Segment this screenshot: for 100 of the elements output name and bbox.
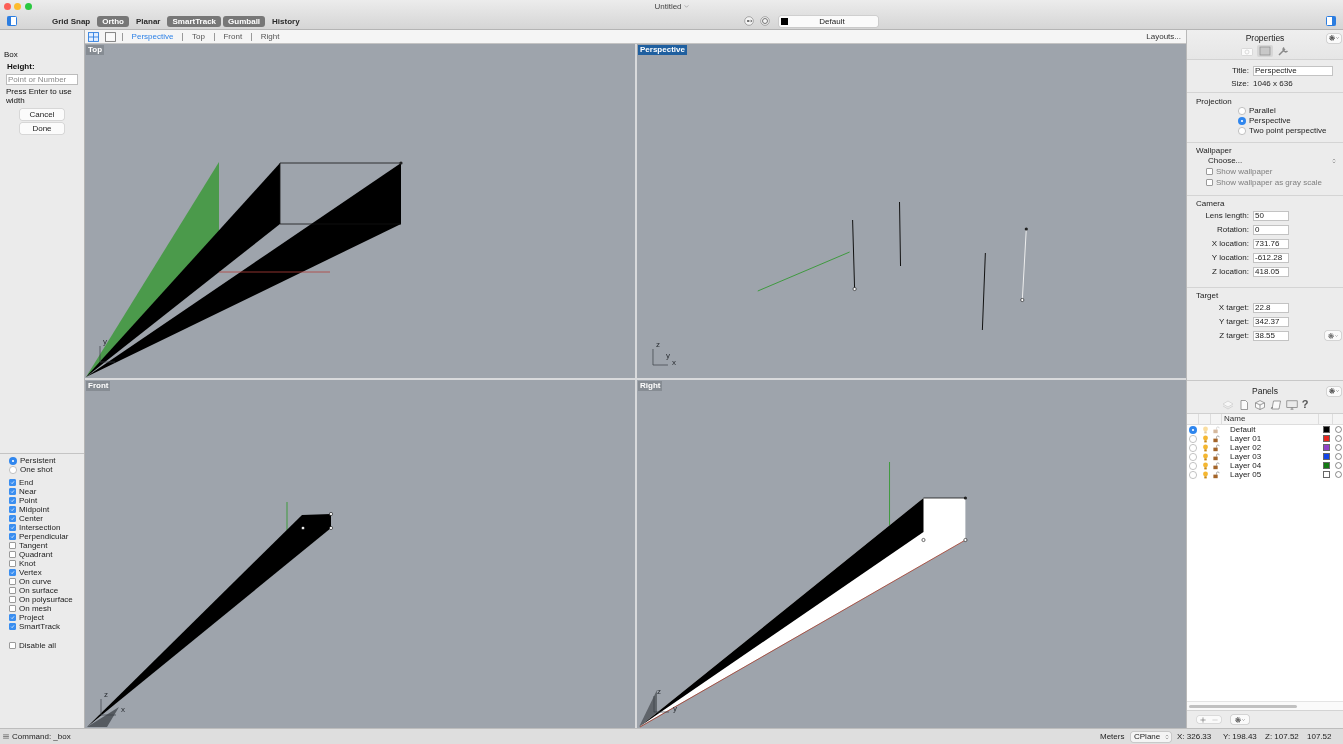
layer-color-swatch-icon[interactable]	[1322, 462, 1330, 469]
radio-button[interactable]	[1238, 117, 1246, 125]
viewport[interactable]: Perspective z y x	[637, 44, 1186, 378]
monitor-icon[interactable]	[1285, 399, 1298, 410]
checkbox[interactable]	[9, 488, 16, 495]
layer-color-swatch-icon[interactable]	[1322, 471, 1330, 478]
viewport[interactable]: Right z y	[637, 380, 1186, 728]
layer-color-swatch-icon[interactable]	[1322, 444, 1330, 451]
current-layer-radio[interactable]	[1189, 452, 1197, 461]
material-circle-icon[interactable]	[1335, 471, 1342, 478]
light-bulb-icon[interactable]	[1201, 452, 1209, 461]
light-bulb-icon[interactable]	[1201, 470, 1209, 479]
checkbox[interactable]	[9, 578, 16, 585]
material-circle-icon[interactable]	[1335, 462, 1342, 469]
checkbox[interactable]	[9, 506, 16, 513]
viewport-tab[interactable]: Right	[260, 31, 280, 42]
sidebar-toggle-icon[interactable]	[1326, 16, 1336, 26]
checkbox[interactable]	[9, 596, 16, 603]
viewport-title[interactable]: Perspective	[638, 45, 687, 55]
minimize-button[interactable]	[14, 3, 21, 10]
layer-name[interactable]: Layer 04	[1222, 461, 1319, 470]
checkbox[interactable]	[9, 524, 16, 531]
checkbox[interactable]	[9, 542, 16, 549]
four-viewports-icon[interactable]	[88, 31, 99, 42]
add-button[interactable]	[1197, 716, 1209, 723]
radio-button[interactable]	[1238, 127, 1246, 135]
gear-menu-button[interactable]	[1231, 715, 1249, 724]
toolbar-toggle[interactable]: Gumball	[223, 15, 266, 27]
radio-button[interactable]	[9, 465, 17, 474]
number-field[interactable]: -612.28	[1253, 252, 1289, 263]
number-field[interactable]: 342.37	[1253, 316, 1289, 327]
checkbox[interactable]	[9, 515, 16, 522]
current-layer-radio[interactable]	[1189, 461, 1197, 470]
current-layer-radio[interactable]	[1189, 434, 1197, 443]
checkbox[interactable]	[9, 569, 16, 576]
viewport[interactable]: Front z x	[85, 380, 635, 728]
number-field[interactable]: 731.76	[1253, 238, 1289, 249]
input-field[interactable]: Point or Number	[6, 74, 78, 85]
toolbar-toggle[interactable]: Ortho	[97, 15, 129, 27]
checkbox[interactable]	[9, 560, 16, 567]
toolbar-toggle[interactable]: History	[267, 15, 305, 27]
number-field[interactable]: 22.8	[1253, 302, 1289, 313]
panel-tab[interactable]	[1257, 45, 1273, 57]
wallpaper-dropdown[interactable]: Choose...	[1208, 156, 1336, 166]
zoom-button[interactable]	[24, 3, 32, 10]
light-bulb-icon[interactable]	[1201, 443, 1209, 452]
layer-color-swatch-icon[interactable]	[1322, 426, 1330, 433]
gear-menu-button[interactable]	[1327, 386, 1341, 396]
current-layer-radio[interactable]	[1189, 425, 1197, 434]
command-button[interactable]: Done	[20, 123, 64, 134]
layer-color-swatch-icon[interactable]	[1322, 453, 1330, 460]
checkbox[interactable]	[9, 587, 16, 594]
cube-icon[interactable]	[1253, 399, 1266, 410]
sidebar-toggle-icon[interactable]	[7, 16, 17, 26]
cplane-dropdown[interactable]: CPlane	[1131, 731, 1171, 742]
layer-name[interactable]: Layer 05	[1222, 470, 1319, 479]
layer-name[interactable]: Default	[1222, 425, 1319, 434]
title-field[interactable]: Perspective	[1253, 65, 1333, 76]
checkbox[interactable]	[9, 479, 16, 486]
checkbox[interactable]	[9, 614, 16, 621]
gear-menu-button[interactable]	[1325, 331, 1341, 340]
toolbar-toggle[interactable]: Planar	[131, 15, 166, 27]
current-layer-radio[interactable]	[1189, 443, 1197, 452]
checkbox[interactable]	[9, 605, 16, 612]
light-bulb-icon[interactable]	[1201, 434, 1209, 443]
toolbar-toggle[interactable]: SmartTrack	[167, 15, 222, 27]
current-layer-radio[interactable]	[1189, 470, 1197, 479]
viewport-tab[interactable]: Top	[192, 31, 205, 42]
help-button[interactable]: ?	[1301, 399, 1309, 410]
radio-button[interactable]	[1238, 107, 1246, 115]
material-circle-icon[interactable]	[1335, 435, 1342, 442]
number-field[interactable]: 418.05	[1253, 266, 1289, 277]
layer-name[interactable]: Layer 02	[1222, 443, 1319, 452]
light-bulb-icon[interactable]	[1201, 425, 1209, 434]
layouts-button[interactable]: Layouts...	[1146, 31, 1181, 42]
close-button[interactable]	[3, 3, 11, 10]
toolbar-toggle[interactable]: Grid Snap	[47, 15, 96, 27]
material-circle-icon[interactable]	[1335, 453, 1342, 460]
checkbox[interactable]	[9, 497, 16, 504]
single-viewport-icon[interactable]	[105, 31, 116, 42]
checkbox[interactable]	[9, 551, 16, 558]
layer-color-swatch-icon[interactable]	[1322, 435, 1330, 442]
viewport-tab[interactable]: Perspective	[131, 31, 174, 42]
radio-button[interactable]	[9, 456, 17, 465]
lock-icon[interactable]	[1213, 434, 1220, 443]
circle-arrow-icon[interactable]	[744, 16, 754, 26]
layer-name[interactable]: Layer 03	[1222, 452, 1319, 461]
lock-icon[interactable]	[1213, 470, 1220, 479]
page-icon[interactable]	[1237, 399, 1250, 410]
scrollbar[interactable]	[1189, 704, 1297, 708]
material-circle-icon[interactable]	[1335, 426, 1342, 433]
lock-icon[interactable]	[1213, 461, 1220, 470]
list-icon[interactable]	[3, 734, 9, 739]
number-field[interactable]: 38.55	[1253, 330, 1289, 341]
gear-menu-button[interactable]	[1327, 33, 1341, 43]
lock-icon[interactable]	[1213, 443, 1220, 452]
lock-icon[interactable]	[1213, 452, 1220, 461]
command-line[interactable]: Command: _box	[12, 731, 71, 742]
layer-dropdown[interactable]: Default	[779, 15, 878, 27]
material-circle-icon[interactable]	[1335, 444, 1342, 451]
